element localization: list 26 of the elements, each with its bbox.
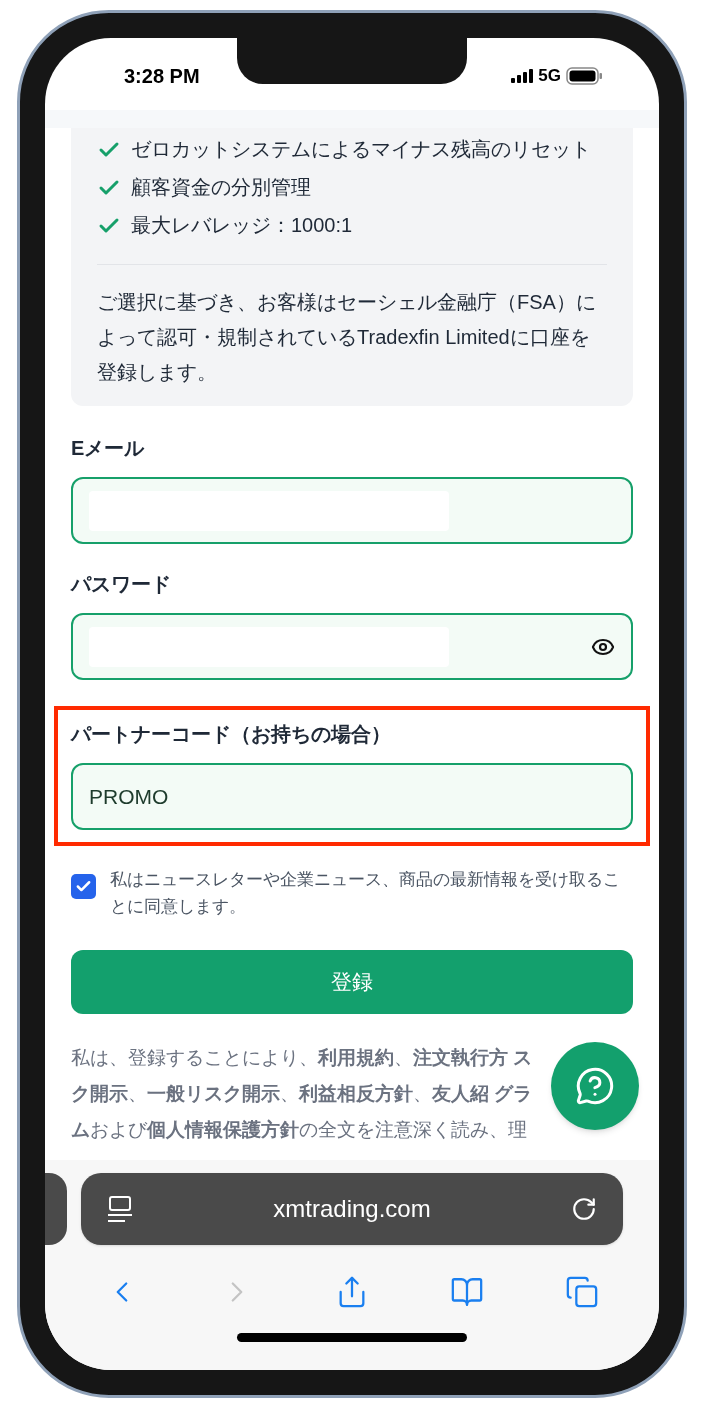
status-time: 3:28 PM [124,64,200,89]
battery-icon [566,67,603,85]
newsletter-label: 私はニュースレターや企業ニュース、商品の最新情報を受け取ることに同意します。 [110,869,621,918]
newsletter-checkbox[interactable] [71,874,96,899]
book-icon[interactable] [449,1275,484,1309]
address-bar[interactable]: xmtrading.com [81,1173,623,1245]
reload-icon[interactable] [571,1196,597,1222]
field-label: パスワード [71,572,172,597]
signal-icon [511,69,534,83]
field-value: PROMO [89,783,169,810]
input-field[interactable] [71,477,633,544]
url-text[interactable]: xmtrading.com [133,1191,571,1227]
input-field[interactable] [71,613,633,680]
network-label: 5G [538,65,561,88]
feature-text: 顧客資金の分別管理 [131,175,311,200]
help-icon [575,1066,615,1106]
notice-text: ご選択に基づき、お客様はセーシェル金融庁（FSA）によって認可・規制されているTradexfin Limitedに口座を登録します。 [97,290,597,385]
legal-text: 私は、登録することにより、利用規約、注文執行方 スク開示、一般リスク開示、利益相反方針、友人紹 グラムおよび個人情報保護方針の全文を注意深く読み、理 [71,1046,534,1142]
field-label: パートナーコード（お持ちの場合） [71,722,392,747]
feature-text: ゼロカットシステムによるマイナス残高のリセット [131,137,591,162]
input-field[interactable]: PROMO [71,763,633,830]
reader-icon[interactable] [107,1195,133,1223]
feature-text: 最大レバレッジ：1000:1 [131,213,353,238]
tabs-icon[interactable] [564,1275,599,1309]
field-label: Eメール [71,436,146,461]
previous-tab-pill[interactable] [45,1173,67,1245]
